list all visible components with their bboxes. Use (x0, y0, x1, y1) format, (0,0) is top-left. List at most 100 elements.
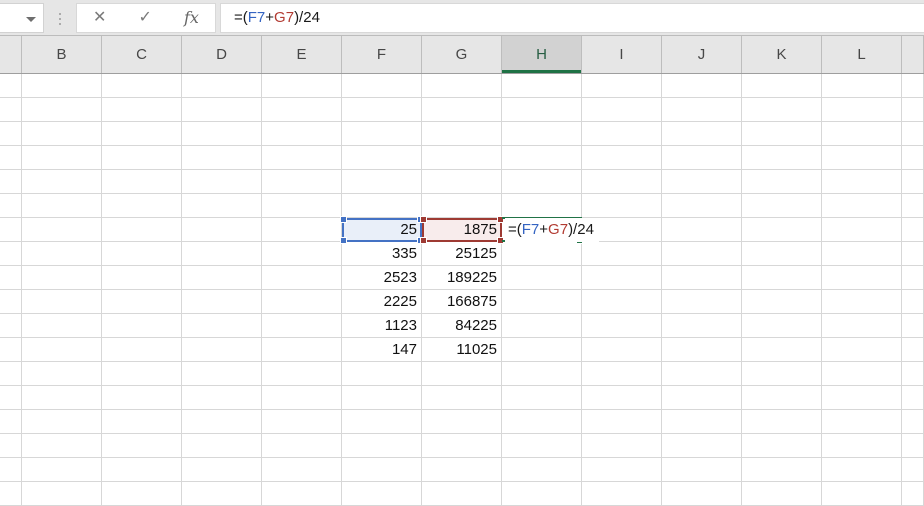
cell-K13[interactable] (742, 362, 822, 386)
cell-K12[interactable] (742, 338, 822, 362)
cell-D3[interactable] (182, 122, 262, 146)
cell-M5[interactable] (902, 170, 924, 194)
column-header-D[interactable]: D (182, 36, 262, 73)
cell-J7[interactable] (662, 218, 742, 242)
cell-H6[interactable] (502, 194, 582, 218)
cell-L2[interactable] (822, 98, 902, 122)
cell-E1[interactable] (262, 74, 342, 98)
cell-I16[interactable] (582, 434, 662, 458)
formula-input[interactable]: =(F7+G7)/24 (220, 3, 924, 33)
cell-J14[interactable] (662, 386, 742, 410)
cell-F5[interactable] (342, 170, 422, 194)
cell-D6[interactable] (182, 194, 262, 218)
cell-L4[interactable] (822, 146, 902, 170)
cell-C2[interactable] (102, 98, 182, 122)
cell-J18[interactable] (662, 482, 742, 506)
cell-E15[interactable] (262, 410, 342, 434)
cell-L13[interactable] (822, 362, 902, 386)
cell-A2[interactable] (0, 98, 22, 122)
cell-M6[interactable] (902, 194, 924, 218)
cell-G2[interactable] (422, 98, 502, 122)
cell-C11[interactable] (102, 314, 182, 338)
cell-A14[interactable] (0, 386, 22, 410)
cell-C18[interactable] (102, 482, 182, 506)
cell-G17[interactable] (422, 458, 502, 482)
cell-K14[interactable] (742, 386, 822, 410)
cell-J17[interactable] (662, 458, 742, 482)
cell-D12[interactable] (182, 338, 262, 362)
cell-J13[interactable] (662, 362, 742, 386)
cell-F13[interactable] (342, 362, 422, 386)
column-header-L[interactable]: L (822, 36, 902, 73)
cell-H16[interactable] (502, 434, 582, 458)
cell-G4[interactable] (422, 146, 502, 170)
cell-B6[interactable] (22, 194, 102, 218)
cell-C16[interactable] (102, 434, 182, 458)
cell-H15[interactable] (502, 410, 582, 434)
cell-G15[interactable] (422, 410, 502, 434)
cell-C17[interactable] (102, 458, 182, 482)
cell-L12[interactable] (822, 338, 902, 362)
cell-F7[interactable]: 25 (342, 218, 422, 242)
cell-C9[interactable] (102, 266, 182, 290)
cell-G13[interactable] (422, 362, 502, 386)
cell-L3[interactable] (822, 122, 902, 146)
cell-A10[interactable] (0, 290, 22, 314)
cell-A8[interactable] (0, 242, 22, 266)
cell-F16[interactable] (342, 434, 422, 458)
cell-G16[interactable] (422, 434, 502, 458)
cell-I15[interactable] (582, 410, 662, 434)
cell-M1[interactable] (902, 74, 924, 98)
cell-F2[interactable] (342, 98, 422, 122)
cell-B15[interactable] (22, 410, 102, 434)
cell-I14[interactable] (582, 386, 662, 410)
cell-K7[interactable] (742, 218, 822, 242)
cell-E8[interactable] (262, 242, 342, 266)
cell-A1[interactable] (0, 74, 22, 98)
cell-F10[interactable]: 2225 (342, 290, 422, 314)
cell-H10[interactable] (502, 290, 582, 314)
cell-J3[interactable] (662, 122, 742, 146)
cell-I13[interactable] (582, 362, 662, 386)
cell-G3[interactable] (422, 122, 502, 146)
cell-K6[interactable] (742, 194, 822, 218)
cell-M8[interactable] (902, 242, 924, 266)
cell-F1[interactable] (342, 74, 422, 98)
cell-L18[interactable] (822, 482, 902, 506)
cell-L8[interactable] (822, 242, 902, 266)
cell-H14[interactable] (502, 386, 582, 410)
cell-C15[interactable] (102, 410, 182, 434)
cell-L7[interactable] (822, 218, 902, 242)
cell-E5[interactable] (262, 170, 342, 194)
cell-F4[interactable] (342, 146, 422, 170)
cell-B2[interactable] (22, 98, 102, 122)
cell-L15[interactable] (822, 410, 902, 434)
cell-M10[interactable] (902, 290, 924, 314)
cell-H17[interactable] (502, 458, 582, 482)
cell-E2[interactable] (262, 98, 342, 122)
cell-K3[interactable] (742, 122, 822, 146)
cell-J15[interactable] (662, 410, 742, 434)
cell-D8[interactable] (182, 242, 262, 266)
cell-K2[interactable] (742, 98, 822, 122)
cell-M12[interactable] (902, 338, 924, 362)
cell-M9[interactable] (902, 266, 924, 290)
cell-H1[interactable] (502, 74, 582, 98)
cell-H9[interactable] (502, 266, 582, 290)
cell-F12[interactable]: 147 (342, 338, 422, 362)
cell-E9[interactable] (262, 266, 342, 290)
cell-H4[interactable] (502, 146, 582, 170)
insert-function-icon[interactable]: fx (184, 4, 199, 32)
cell-I17[interactable] (582, 458, 662, 482)
cell-H3[interactable] (502, 122, 582, 146)
cell-J1[interactable] (662, 74, 742, 98)
cell-J16[interactable] (662, 434, 742, 458)
cell-I4[interactable] (582, 146, 662, 170)
cell-C5[interactable] (102, 170, 182, 194)
cell-M17[interactable] (902, 458, 924, 482)
cell-D4[interactable] (182, 146, 262, 170)
cell-E18[interactable] (262, 482, 342, 506)
cell-B5[interactable] (22, 170, 102, 194)
cell-B18[interactable] (22, 482, 102, 506)
cell-L14[interactable] (822, 386, 902, 410)
